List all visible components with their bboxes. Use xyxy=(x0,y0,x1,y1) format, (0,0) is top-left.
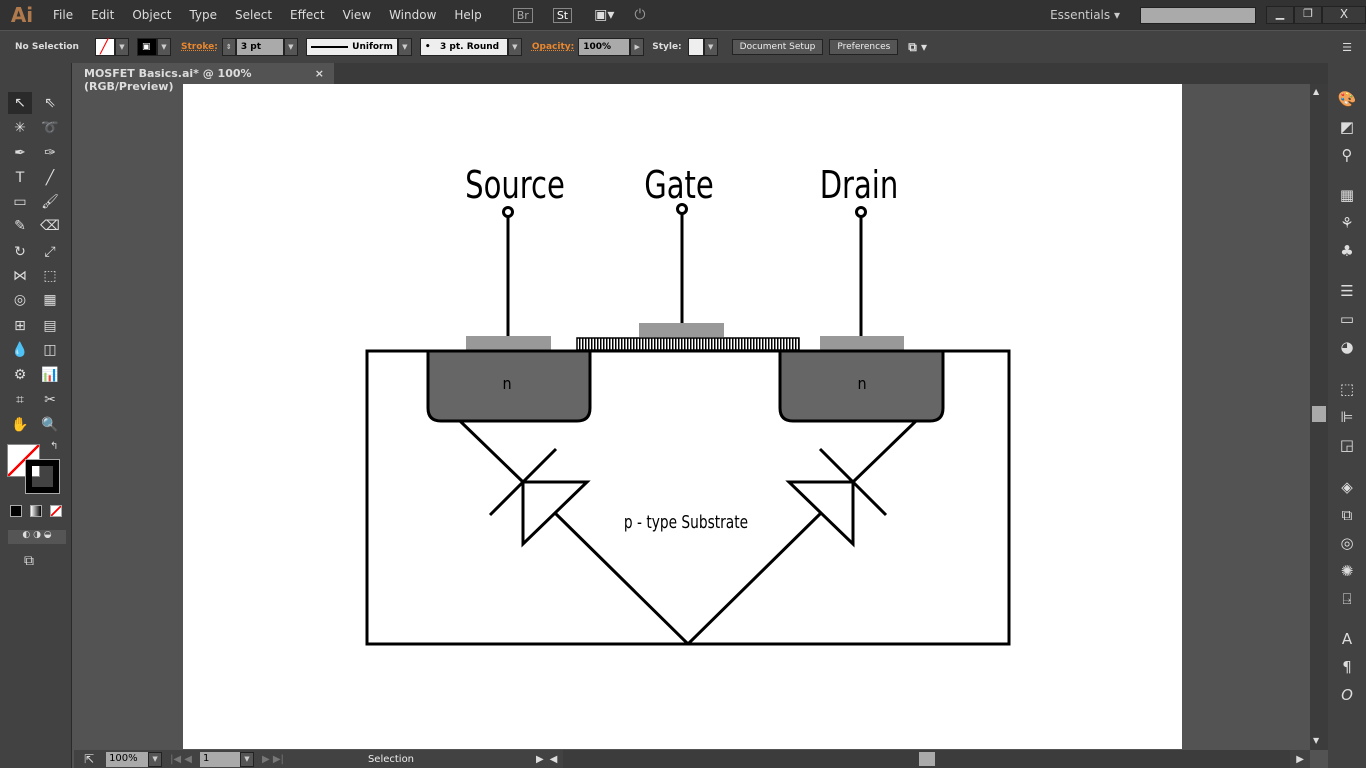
libraries-icon[interactable]: ⚲ xyxy=(1335,143,1359,167)
substrate-label: p - type Substrate xyxy=(624,511,748,533)
gate-contact xyxy=(639,323,724,337)
last-artboard-button[interactable]: ▶ ▶| xyxy=(262,754,284,765)
left-diode-symbol xyxy=(458,419,690,646)
n-label-drain: n xyxy=(857,374,866,393)
gate-oxide xyxy=(576,337,800,351)
scroll-right-icon[interactable]: ▶ xyxy=(1296,754,1304,765)
export-icon[interactable]: ⇱ xyxy=(84,752,94,766)
artboard-number-input[interactable]: 1 xyxy=(200,751,240,767)
artboard-dropdown[interactable]: ▼ xyxy=(240,751,254,767)
right-diode-symbol xyxy=(686,419,918,646)
drain-terminal xyxy=(855,206,867,218)
current-tool-status: Selection xyxy=(367,753,415,765)
appearance-icon[interactable]: ◎ xyxy=(1335,531,1359,555)
drain-contact xyxy=(820,336,904,350)
source-contact xyxy=(466,336,551,350)
artboards-icon[interactable]: ⧉ xyxy=(1335,503,1359,527)
stroke-panel-icon[interactable]: ☰ xyxy=(1335,279,1359,303)
gradient-panel-icon[interactable]: ▭ xyxy=(1335,307,1359,331)
status-bar: ⇱ 100% ▼ |◀ ◀ 1 ▼ ▶ ▶| Selection ▶ ◀ ▶ xyxy=(74,750,1310,768)
source-terminal xyxy=(502,206,514,218)
n-label-source: n xyxy=(502,374,511,393)
asset-export-icon[interactable]: ⍈ xyxy=(1335,587,1359,611)
first-artboard-button[interactable]: |◀ ◀ xyxy=(170,754,192,765)
transparency-icon[interactable]: ◕ xyxy=(1335,335,1359,359)
status-menu-icon[interactable]: ▶ xyxy=(536,754,544,765)
brushes-icon[interactable]: ⚘ xyxy=(1335,211,1359,235)
mosfet-diagram: Source Gate Drain n n p - type Substrate xyxy=(365,164,1011,646)
gate-label: Gate xyxy=(644,164,714,208)
horizontal-scrollbar[interactable] xyxy=(563,750,1291,768)
right-panel-dock: 🎨 ◩ ⚲ ▦ ⚘ ♣ ☰ ▭ ◕ ⬚ ⊫ ◲ ◈ ⧉ ◎ ✺ ⍈ A ¶ O xyxy=(1328,63,1366,768)
vertical-scrollbar[interactable]: ▲ ▼ xyxy=(1310,84,1328,750)
align-icon[interactable]: ⊫ xyxy=(1335,405,1359,429)
layers-icon[interactable]: ◈ xyxy=(1335,475,1359,499)
zoom-dropdown[interactable]: ▼ xyxy=(148,751,163,767)
scroll-down-icon[interactable]: ▼ xyxy=(1313,736,1319,745)
pathfinder-icon[interactable]: ◲ xyxy=(1335,433,1359,457)
character-icon[interactable]: A xyxy=(1335,627,1359,651)
scroll-up-icon[interactable]: ▲ xyxy=(1313,87,1319,96)
vertical-scroll-thumb[interactable] xyxy=(1312,406,1326,422)
horizontal-scroll-thumb[interactable] xyxy=(919,752,936,766)
zoom-input[interactable]: 100% xyxy=(106,751,149,767)
transform-icon[interactable]: ⬚ xyxy=(1335,377,1359,401)
swatches-icon[interactable]: ▦ xyxy=(1335,183,1359,207)
drain-label: Drain xyxy=(820,164,899,208)
color-panel-icon[interactable]: 🎨 xyxy=(1335,87,1359,111)
opentype-icon[interactable]: O xyxy=(1335,683,1359,707)
source-label: Source xyxy=(465,164,565,208)
color-guide-icon[interactable]: ◩ xyxy=(1335,115,1359,139)
scroll-left-icon[interactable]: ◀ xyxy=(550,754,558,765)
graphic-styles-icon[interactable]: ✺ xyxy=(1335,559,1359,583)
paragraph-icon[interactable]: ¶ xyxy=(1335,655,1359,679)
symbols-icon[interactable]: ♣ xyxy=(1335,239,1359,263)
